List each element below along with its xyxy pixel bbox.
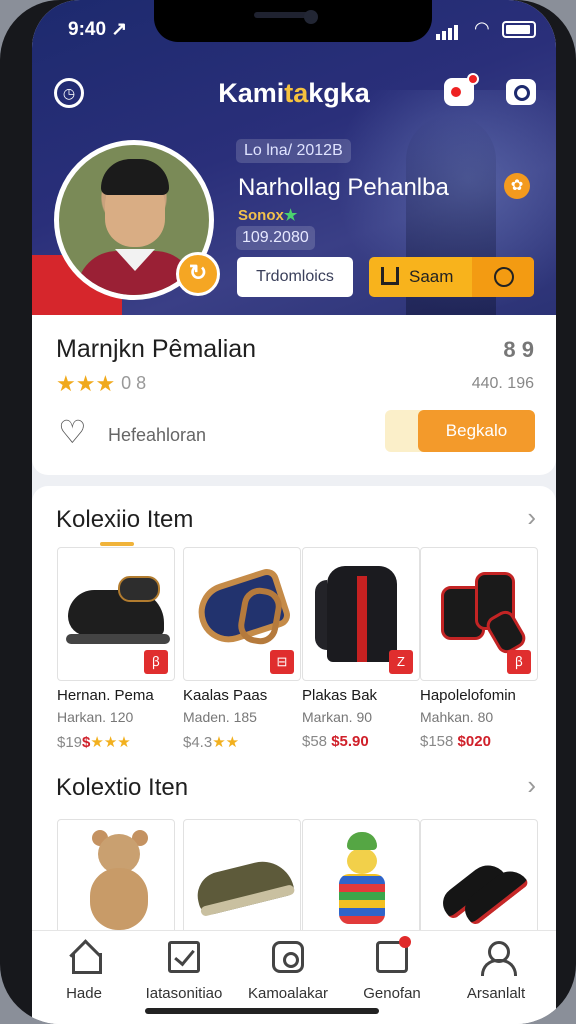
protective-gear-icon [433, 568, 529, 658]
status-time: 9:40 ↗ [68, 19, 128, 40]
tab-label: Iatasonitiao [145, 985, 223, 1002]
primary-button[interactable]: Saam [369, 257, 534, 297]
profile-rank: Sonox★ [238, 206, 297, 224]
rating-stars: ★★★ 0 8 [56, 371, 146, 397]
app-title-highlight: ta [284, 78, 309, 108]
tab-tasks[interactable]: Iatasonitiao [132, 941, 236, 1002]
product-sub: Markan. 90 [302, 709, 373, 725]
phone-frame: 9:40 ↗ ◠ ◷ Kamitakgka ↻ Lo lna/ 2012B Na… [0, 0, 576, 1024]
profile-name: Narhollag Pehanlba [238, 174, 449, 201]
shoe-icon [68, 576, 164, 636]
tab-label: Arsanlalt [466, 985, 526, 1002]
product-price: $158 $020 [420, 733, 491, 750]
status-bar: 9:40 ↗ ◠ [32, 0, 556, 54]
heart-icon[interactable]: ♡ [58, 416, 87, 448]
star-icons: ★★★ [56, 371, 116, 396]
camera-icon [272, 941, 304, 973]
product-tag: ꞵ [144, 650, 168, 674]
tab-home[interactable]: Hade [32, 941, 136, 1002]
rank-label: Sonox [238, 207, 284, 224]
avatar-hair [101, 159, 169, 195]
profile-date: Lo lna/ 2012B [236, 139, 351, 163]
favorite-label[interactable]: Hefeahloran [108, 425, 206, 446]
info-title: Marnjkn Pêmalian [56, 335, 257, 363]
product-tag: ⊟ [270, 650, 294, 674]
follow-button[interactable]: Begkalo [418, 410, 535, 452]
app-title-main: Kami [218, 78, 285, 108]
section-title: Kolexiio Item [56, 506, 194, 533]
info-card: Marnjkn Pêmalian 8 9 ★★★ 0 8 440. 196 ♡ H… [32, 315, 556, 475]
rank-star-icon: ★ [283, 207, 298, 224]
product-sub: Maden. 185 [183, 709, 257, 725]
app-header: ◷ Kamitakgka [32, 72, 556, 116]
section-title: Kolextio Iten [56, 774, 189, 801]
chart-icon [381, 267, 399, 285]
product-price: $4.3★★ [183, 733, 239, 751]
front-camera [304, 10, 318, 24]
home-icon [68, 941, 102, 974]
tab-profile[interactable]: Arsanlalt [444, 941, 548, 1002]
clock-icon[interactable] [494, 267, 514, 287]
profile-banner: 9:40 ↗ ◠ ◷ Kamitakgka ↻ Lo lna/ 2012B Na… [32, 0, 556, 315]
product-name: Hapolelofomin [420, 687, 516, 704]
info-count: 440. 196 [471, 375, 534, 392]
chevron-right-icon[interactable]: › [527, 502, 536, 533]
chevron-right-icon[interactable]: › [527, 770, 536, 801]
price-new: $5.90 [331, 733, 369, 750]
product-name: Hernan. Pema [57, 687, 154, 704]
tab-label: Genofan [363, 985, 421, 1002]
product-image: ꞵ [420, 547, 538, 681]
tab-label: Kamoalakar [247, 985, 329, 1002]
product-name: Kaalas Paas [183, 687, 268, 704]
product-tag: ꞵ [507, 650, 531, 674]
tab-label: Hade [66, 985, 102, 1002]
price-old: $4.3 [183, 734, 213, 751]
price-stars: ★★ [212, 734, 240, 751]
signal-icon [436, 22, 460, 40]
notification-dot [467, 73, 479, 85]
notification-button[interactable] [444, 73, 479, 106]
camera-button[interactable] [506, 79, 536, 105]
product-name: Plakas Bak [302, 687, 378, 704]
tab-camera[interactable]: Kamoalakar [236, 941, 340, 1002]
user-icon [480, 941, 517, 976]
notch [154, 0, 432, 42]
product-price: $58 $5.90 [302, 733, 369, 750]
rating-number: 0 8 [121, 373, 147, 393]
checklist-icon [168, 941, 200, 973]
price-old: $158 [420, 733, 454, 750]
refresh-icon[interactable]: ↻ [176, 252, 220, 296]
chat-icon [376, 936, 411, 973]
product-sub: Mahkan. 80 [420, 709, 494, 725]
info-score: 8 9 [503, 337, 534, 362]
app-title-end: kgka [308, 78, 370, 108]
price-old: $19 [57, 734, 83, 751]
teddy-bear-icon [84, 830, 154, 934]
product-image: Z [302, 547, 420, 681]
section-indicator [100, 542, 134, 546]
price-new: $020 [457, 733, 491, 750]
boots-icon [435, 850, 530, 927]
product-tag: Z [389, 650, 413, 674]
jacket-icon [315, 566, 419, 662]
product-image: ⊟ [183, 547, 301, 681]
profile-score: 109.2080 [236, 226, 315, 250]
notification-icon [451, 87, 461, 97]
product-price: $19$★★★ [57, 733, 131, 751]
battery-icon [502, 21, 536, 38]
sneaker-icon [192, 854, 296, 918]
verified-icon: ✿ [504, 173, 530, 199]
primary-button-label: Saam [409, 267, 454, 286]
price-stars: ★★★ [90, 734, 131, 751]
doll-icon [337, 832, 389, 932]
tab-messages[interactable]: Genofan [340, 936, 444, 1002]
secondary-button[interactable]: Trdomloics [237, 257, 353, 297]
home-indicator[interactable] [145, 1008, 379, 1014]
app-screen: 9:40 ↗ ◠ ◷ Kamitakgka ↻ Lo lna/ 2012B Na… [32, 0, 556, 1024]
wifi-icon: ◠ [474, 18, 490, 38]
product-sub: Harkan. 120 [57, 709, 134, 725]
product-image: ꞵ [57, 547, 175, 681]
shoe-sole [66, 634, 170, 644]
price-old: $58 [302, 733, 328, 750]
